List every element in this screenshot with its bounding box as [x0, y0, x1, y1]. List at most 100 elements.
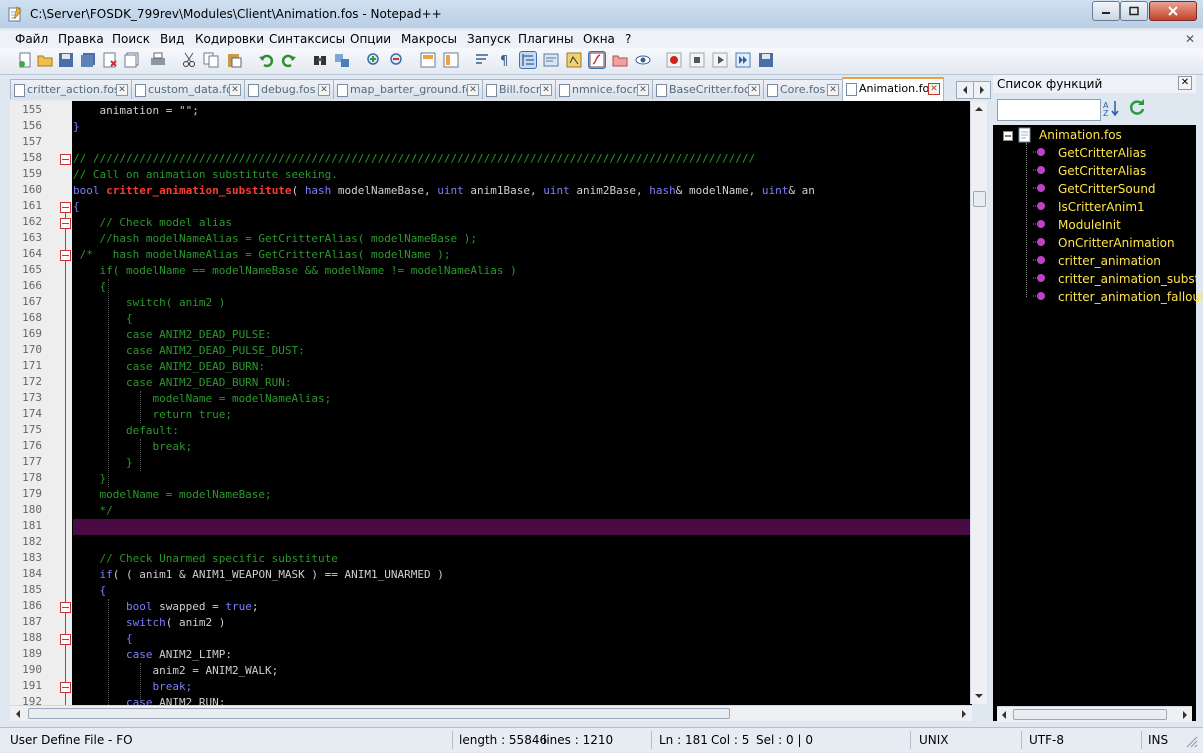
menu-window[interactable]: Окна — [583, 32, 615, 46]
sort-icon[interactable]: A Z — [1102, 99, 1120, 117]
scroll-right-icon[interactable] — [956, 706, 972, 721]
tab-close-icon[interactable]: ✕ — [540, 84, 552, 96]
zoom-out-icon[interactable] — [389, 52, 405, 68]
scroll-down-icon[interactable] — [971, 688, 987, 704]
save-icon[interactable] — [58, 52, 74, 68]
tab-animation[interactable]: Animation.fos ✕ — [842, 77, 944, 101]
tab-close-icon[interactable]: ✕ — [827, 84, 839, 96]
tab-close-icon[interactable]: ✕ — [748, 84, 760, 96]
menu-search[interactable]: Поиск — [112, 32, 150, 46]
play-macro-icon[interactable] — [712, 52, 728, 68]
folder-workspace-icon[interactable] — [612, 52, 628, 68]
tab-scroll-left-button[interactable] — [956, 81, 974, 99]
vertical-scrollbar[interactable] — [970, 101, 987, 704]
scroll-up-icon[interactable] — [971, 101, 987, 117]
menu-language[interactable]: Синтаксисы — [269, 32, 345, 46]
refresh-icon[interactable] — [1128, 98, 1146, 116]
title-bar[interactable]: C:\Server\FOSDK_799rev\Modules\Client\An… — [0, 0, 1203, 28]
function-tree[interactable]: Animation.fos GetCritterAlias GetCritter… — [993, 125, 1203, 705]
sync-horizontal-icon[interactable] — [443, 52, 459, 68]
function-item[interactable]: critter_animation — [1058, 254, 1161, 268]
function-item[interactable]: critter_animation_fallout — [1058, 290, 1203, 304]
tab-close-icon[interactable]: ✕ — [467, 84, 479, 96]
code-editor[interactable]: 155 156 157 158 159 160 161 162 163 164 … — [10, 101, 972, 705]
maximize-button[interactable] — [1120, 1, 1148, 21]
zoom-in-icon[interactable] — [366, 52, 382, 68]
function-list-icon[interactable] — [588, 51, 606, 69]
save-all-icon[interactable] — [80, 52, 96, 68]
word-wrap-icon[interactable] — [474, 52, 490, 68]
replace-icon[interactable] — [334, 52, 350, 68]
copy-icon[interactable] — [203, 52, 219, 68]
indent-guide-icon[interactable] — [519, 51, 537, 69]
tab-close-icon[interactable]: ✕ — [229, 84, 241, 96]
function-item[interactable]: IsCritterAnim1 — [1058, 200, 1145, 214]
close-button[interactable] — [1149, 1, 1197, 21]
menu-view[interactable]: Вид — [160, 32, 184, 46]
tab-critter-action[interactable]: critter_action.fos ✕ — [10, 79, 132, 99]
tab-close-icon[interactable]: ✕ — [928, 83, 940, 95]
horizontal-scrollbar[interactable] — [10, 705, 972, 721]
close-file-icon[interactable] — [102, 52, 118, 68]
tab-core[interactable]: Core.fos ✕ — [763, 79, 843, 99]
redo-icon[interactable] — [281, 52, 297, 68]
show-all-chars-icon[interactable]: ¶ — [497, 52, 513, 68]
user-language-icon[interactable] — [543, 52, 559, 68]
tab-close-icon[interactable]: ✕ — [318, 84, 330, 96]
menu-file[interactable]: Файл — [15, 32, 48, 46]
minimize-button[interactable] — [1092, 1, 1120, 21]
record-macro-icon[interactable] — [666, 52, 682, 68]
close-doc-icon[interactable]: ✕ — [1185, 32, 1195, 46]
vertical-scroll-thumb[interactable] — [973, 191, 986, 207]
tab-debug[interactable]: debug.fos ✕ — [244, 79, 334, 99]
function-item[interactable]: GetCritterAlias — [1058, 164, 1146, 178]
undo-icon[interactable] — [258, 52, 274, 68]
sync-vertical-icon[interactable] — [420, 52, 436, 68]
function-item[interactable]: critter_animation_substitu — [1058, 272, 1196, 286]
tab-map-barter-ground[interactable]: map_barter_ground.fos ✕ — [333, 79, 483, 99]
menu-run[interactable]: Запуск — [467, 32, 511, 46]
panel-close-icon[interactable]: ✕ — [1178, 76, 1192, 90]
scroll-left-icon[interactable] — [997, 707, 1011, 722]
save-macro-icon[interactable] — [758, 52, 774, 68]
function-list-hscrollbar[interactable] — [997, 706, 1192, 722]
print-icon[interactable] — [150, 52, 166, 68]
tree-root-file[interactable]: Animation.fos — [1039, 128, 1122, 142]
collapse-icon[interactable] — [1003, 131, 1013, 141]
find-icon[interactable] — [312, 52, 328, 68]
tab-close-icon[interactable]: ✕ — [116, 84, 128, 96]
scroll-right-icon[interactable] — [1178, 707, 1192, 722]
line-number: 164 — [22, 247, 42, 260]
menu-plugins[interactable]: Плагины — [518, 32, 573, 46]
paste-icon[interactable] — [226, 52, 242, 68]
close-all-icon[interactable] — [124, 52, 140, 68]
function-item[interactable]: OnCritterAnimation — [1058, 236, 1175, 250]
horizontal-scroll-thumb[interactable] — [1013, 709, 1167, 720]
tab-basecritter[interactable]: BaseCritter.focr ✕ — [652, 79, 764, 99]
horizontal-scroll-thumb[interactable] — [28, 708, 730, 719]
function-item[interactable]: GetCritterAlias — [1058, 146, 1146, 160]
tab-custom-data[interactable]: custom_data.fos ✕ — [131, 79, 245, 99]
menu-help[interactable]: ? — [625, 32, 631, 46]
menu-edit[interactable]: Правка — [58, 32, 104, 46]
menu-settings[interactable]: Опции — [350, 32, 391, 46]
tab-nmnice[interactable]: nmnice.focr ✕ — [555, 79, 653, 99]
fold-marker-icon[interactable] — [60, 154, 71, 165]
menu-macro[interactable]: Макросы — [401, 32, 457, 46]
function-item[interactable]: ModuleInit — [1058, 218, 1121, 232]
new-file-icon[interactable] — [17, 52, 33, 68]
tab-scroll-right-button[interactable] — [973, 81, 991, 99]
doc-map-icon[interactable] — [566, 52, 582, 68]
cut-icon[interactable] — [181, 52, 197, 68]
function-search-input[interactable] — [997, 99, 1101, 121]
run-macro-multiple-icon[interactable] — [735, 52, 751, 68]
tab-bill[interactable]: Bill.focr ✕ — [482, 79, 556, 99]
menu-encoding[interactable]: Кодировки — [195, 32, 264, 46]
tab-close-icon[interactable]: ✕ — [637, 84, 649, 96]
monitoring-icon[interactable] — [635, 52, 651, 68]
scroll-left-icon[interactable] — [10, 706, 26, 721]
open-file-icon[interactable] — [37, 52, 53, 68]
function-item[interactable]: GetCritterSound — [1058, 182, 1156, 196]
resize-grip-icon[interactable] — [1186, 736, 1198, 748]
stop-macro-icon[interactable] — [689, 52, 705, 68]
